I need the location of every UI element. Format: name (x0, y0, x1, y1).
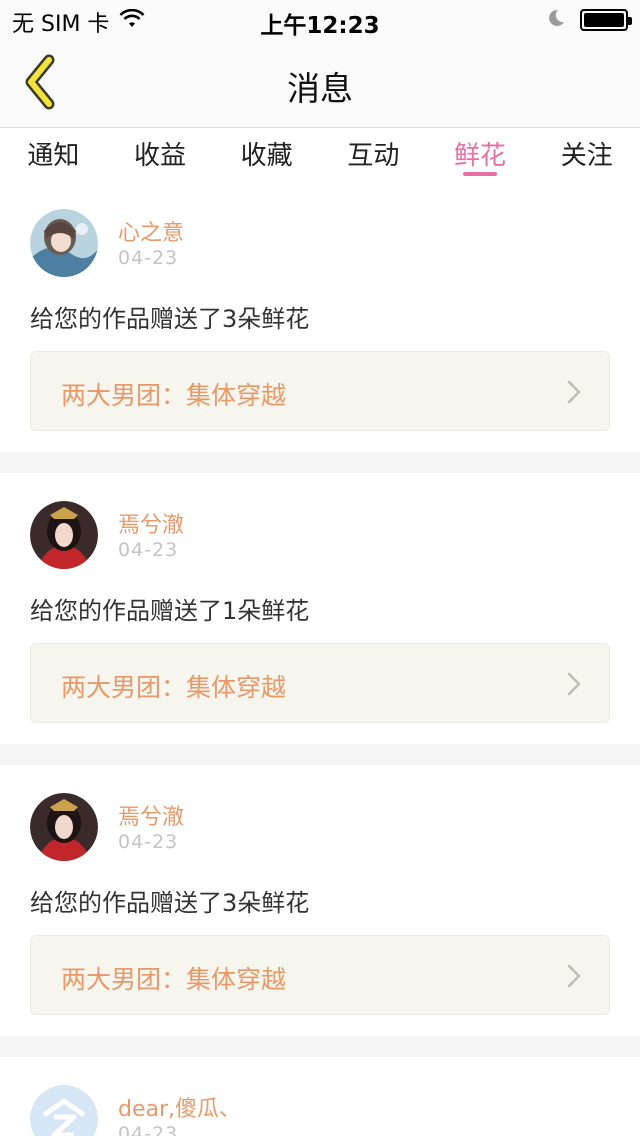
chevron-right-icon (567, 964, 581, 992)
work-title: 两大男团：集体穿越 (61, 965, 287, 994)
message-text: 给您的作品赠送了3朵鲜花 (30, 305, 310, 333)
tab-earnings[interactable]: 收益 (107, 129, 214, 181)
avatar[interactable] (30, 1085, 98, 1136)
message-date: 04-23 (118, 1123, 179, 1136)
sender-name[interactable]: dear,傻瓜、 (118, 1091, 241, 1123)
work-link-card[interactable]: 两大男团：集体穿越 (30, 643, 610, 723)
message-text: 给您的作品赠送了1朵鲜花 (30, 597, 310, 625)
work-link-card[interactable]: 两大男团：集体穿越 (30, 351, 610, 431)
tab-label: 互动 (347, 141, 400, 171)
tab-notifications[interactable]: 通知 (0, 129, 107, 181)
status-right (546, 8, 632, 32)
work-title: 两大男团：集体穿越 (61, 673, 287, 702)
message-text: 给您的作品赠送了3朵鲜花 (30, 889, 310, 917)
separator (0, 744, 640, 765)
message-item: 焉兮澈 04-23 给您的作品赠送了3朵鲜花 两大男团：集体穿越 (0, 765, 640, 1036)
status-bar: 无 SIM 卡 上午12:23 (0, 0, 640, 40)
sender-name[interactable]: 焉兮澈 (118, 799, 184, 831)
tab-label: 鲜花 (454, 141, 507, 171)
tab-interactions[interactable]: 互动 (320, 129, 427, 181)
tab-bar: 通知 收益 收藏 互动 鲜花 关注 (0, 129, 640, 181)
page-title: 消息 (287, 69, 353, 108)
message-date: 04-23 (118, 539, 179, 561)
separator (0, 1036, 640, 1057)
avatar[interactable] (30, 793, 98, 861)
message-date: 04-23 (118, 247, 179, 269)
separator (0, 452, 640, 473)
tab-favorites[interactable]: 收藏 (213, 129, 320, 181)
sender-name[interactable]: 焉兮澈 (118, 507, 184, 539)
message-list: 心之意 04-23 给您的作品赠送了3朵鲜花 两大男团：集体穿越 焉兮澈 04-… (0, 181, 640, 1136)
work-link-card[interactable]: 两大男团：集体穿越 (30, 935, 610, 1015)
message-item: 焉兮澈 04-23 给您的作品赠送了1朵鲜花 两大男团：集体穿越 (0, 473, 640, 744)
message-item: 心之意 04-23 给您的作品赠送了3朵鲜花 两大男团：集体穿越 (0, 181, 640, 452)
moon-icon (546, 8, 566, 32)
tab-label: 收益 (134, 141, 187, 171)
battery-icon (580, 9, 632, 31)
message-item: dear,傻瓜、 04-23 (0, 1057, 640, 1136)
message-date: 04-23 (118, 831, 179, 853)
sender-name[interactable]: 心之意 (118, 215, 184, 247)
battery-level (584, 13, 624, 27)
tab-label: 关注 (560, 141, 613, 171)
work-title: 两大男团：集体穿越 (61, 381, 287, 410)
avatar[interactable] (30, 209, 98, 277)
tab-label: 收藏 (240, 141, 293, 171)
chevron-right-icon (567, 380, 581, 408)
status-time: 上午12:23 (260, 13, 380, 39)
nav-bar: 消息 (0, 40, 640, 128)
tab-follows[interactable]: 关注 (533, 129, 640, 181)
avatar[interactable] (30, 501, 98, 569)
tab-flowers[interactable]: 鲜花 (427, 129, 534, 181)
tab-label: 通知 (27, 141, 80, 171)
active-tab-indicator (463, 172, 498, 176)
chevron-right-icon (567, 672, 581, 700)
